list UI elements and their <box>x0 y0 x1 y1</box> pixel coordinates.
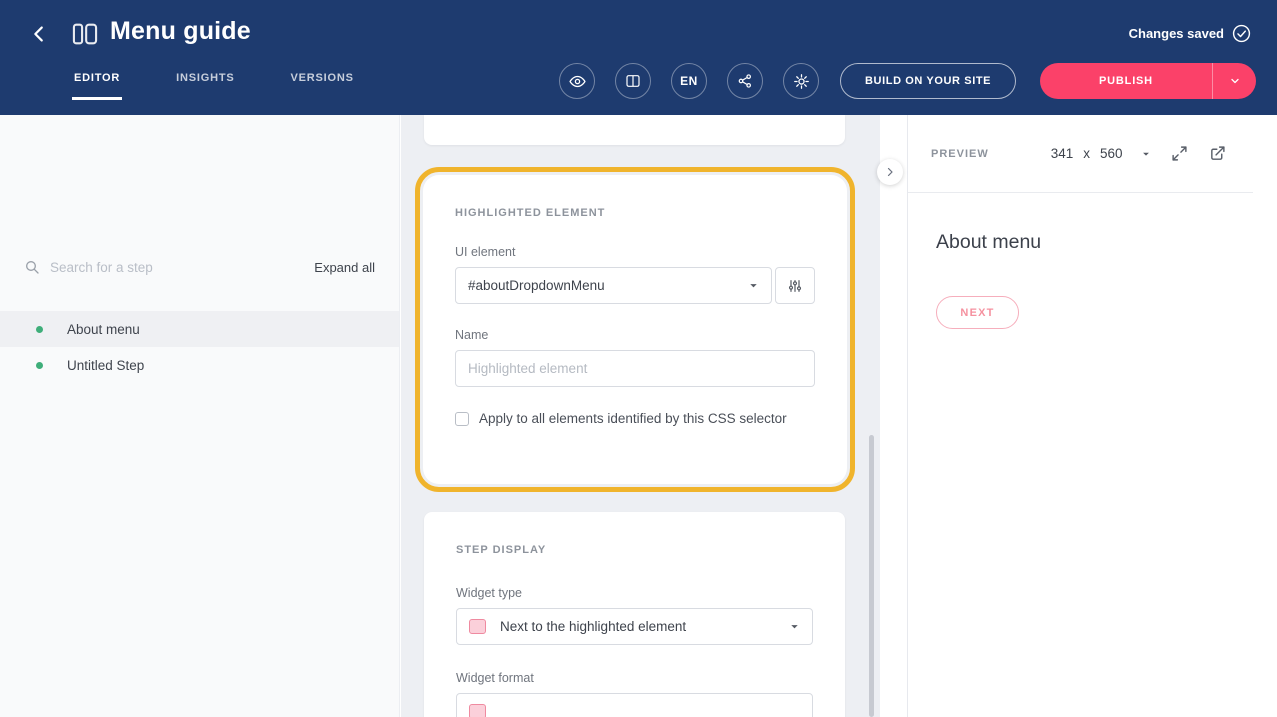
preview-width: 341 <box>1051 146 1074 161</box>
chevron-down-icon <box>1229 75 1241 87</box>
chevron-down-icon <box>789 621 800 632</box>
page-title: Menu guide <box>110 17 251 46</box>
step-display-card: STEP DISPLAY Widget type Next to the hig… <box>424 512 845 717</box>
check-circle-icon <box>1232 24 1251 43</box>
gear-icon <box>793 73 810 90</box>
chevron-down-icon <box>1141 149 1151 159</box>
preview-header: PREVIEW 341 x 560 <box>908 115 1253 193</box>
step-status-dot <box>36 326 43 333</box>
step-item-label: About menu <box>67 322 140 337</box>
preview-step-title: About menu <box>936 231 1249 254</box>
layout-panel-icon <box>625 73 641 89</box>
settings-button[interactable] <box>783 63 819 99</box>
ui-element-value: #aboutDropdownMenu <box>468 278 748 293</box>
widget-format-label: Widget format <box>456 671 813 685</box>
highlighted-element-card: HIGHLIGHTED ELEMENT UI element #aboutDro… <box>423 175 847 484</box>
steps-sidebar: Expand all About menu Untitled Step <box>0 115 400 717</box>
size-separator: x <box>1083 146 1090 161</box>
widget-type-select[interactable]: Next to the highlighted element <box>456 608 813 645</box>
publish-button[interactable]: PUBLISH <box>1040 63 1212 99</box>
step-editor-area: HIGHLIGHTED ELEMENT UI element #aboutDro… <box>401 115 880 717</box>
preview-label: PREVIEW <box>931 148 989 160</box>
apply-all-row: Apply to all elements identified by this… <box>455 411 815 426</box>
collapse-preview-button[interactable] <box>877 159 903 185</box>
chevron-left-icon <box>28 23 50 45</box>
editor-scrollbar[interactable] <box>869 435 874 717</box>
publish-dropdown-toggle[interactable] <box>1212 63 1256 99</box>
top-header: Menu guide Changes saved EDITOR INSIGHTS… <box>0 0 1277 115</box>
apply-all-checkbox[interactable] <box>455 412 469 426</box>
preview-header-actions <box>1169 144 1227 164</box>
chevron-right-icon <box>884 166 896 178</box>
preview-height: 560 <box>1100 146 1123 161</box>
tab-insights[interactable]: INSIGHTS <box>174 64 236 100</box>
eye-icon <box>569 73 586 90</box>
back-button[interactable] <box>24 19 54 49</box>
widget-format-select[interactable] <box>456 693 813 717</box>
layout-button[interactable] <box>615 63 651 99</box>
build-on-your-site-button[interactable]: BUILD ON YOUR SITE <box>840 63 1016 99</box>
language-button[interactable]: EN <box>671 63 707 99</box>
widget-tooltip-icon <box>469 619 486 634</box>
step-list: About menu Untitled Step <box>0 311 399 383</box>
highlighted-element-ring: HIGHLIGHTED ELEMENT UI element #aboutDro… <box>415 167 855 492</box>
step-item-label: Untitled Step <box>67 358 144 373</box>
external-link-icon <box>1209 145 1226 162</box>
search-icon <box>24 259 40 275</box>
editor-tabs: EDITOR INSIGHTS VERSIONS <box>72 64 356 100</box>
preview-body: About menu NEXT <box>908 193 1277 329</box>
sliders-icon <box>787 278 803 294</box>
share-button[interactable] <box>727 63 763 99</box>
widget-type-label: Widget type <box>456 586 813 600</box>
expand-all-link[interactable]: Expand all <box>314 260 375 275</box>
ui-element-select[interactable]: #aboutDropdownMenu <box>455 267 772 304</box>
header-toolbar: EN <box>559 63 819 99</box>
fullscreen-button[interactable] <box>1169 144 1189 164</box>
preview-region: PREVIEW 341 x 560 <box>880 115 1277 717</box>
preview-panel: PREVIEW 341 x 560 <box>907 115 1277 717</box>
highlighted-element-name-input[interactable] <box>455 350 815 387</box>
selector-settings-button[interactable] <box>775 267 815 304</box>
preview-next-button[interactable]: NEXT <box>936 296 1019 329</box>
ui-element-label: UI element <box>455 245 815 259</box>
publish-split-button: PUBLISH <box>1040 63 1256 99</box>
section-title: STEP DISPLAY <box>456 544 813 556</box>
changes-saved-status: Changes saved <box>1129 24 1251 43</box>
apply-all-label: Apply to all elements identified by this… <box>479 411 787 426</box>
tab-editor[interactable]: EDITOR <box>72 64 122 100</box>
preview-eye-button[interactable] <box>559 63 595 99</box>
step-search-row: Expand all <box>24 252 375 282</box>
name-label: Name <box>455 328 815 342</box>
app-logo-icon <box>70 19 100 49</box>
tab-versions[interactable]: VERSIONS <box>289 64 356 100</box>
open-in-new-tab-button[interactable] <box>1207 144 1227 164</box>
widget-type-value: Next to the highlighted element <box>500 619 789 634</box>
changes-saved-label: Changes saved <box>1129 26 1224 41</box>
app-window: Menu guide Changes saved EDITOR INSIGHTS… <box>0 0 1277 717</box>
ui-element-row: #aboutDropdownMenu <box>455 267 815 304</box>
step-status-dot <box>36 362 43 369</box>
previous-settings-card <box>424 115 845 145</box>
chevron-down-icon <box>748 280 759 291</box>
share-icon <box>737 73 753 89</box>
section-title: HIGHLIGHTED ELEMENT <box>455 207 815 219</box>
step-item-about-menu[interactable]: About menu <box>0 311 399 347</box>
expand-icon <box>1171 145 1188 162</box>
widget-format-icon <box>469 704 486 717</box>
step-search-input[interactable] <box>50 260 304 275</box>
language-label: EN <box>680 74 698 88</box>
step-item-untitled-step[interactable]: Untitled Step <box>0 347 399 383</box>
preview-size-selector[interactable]: 341 x 560 <box>1051 146 1151 161</box>
